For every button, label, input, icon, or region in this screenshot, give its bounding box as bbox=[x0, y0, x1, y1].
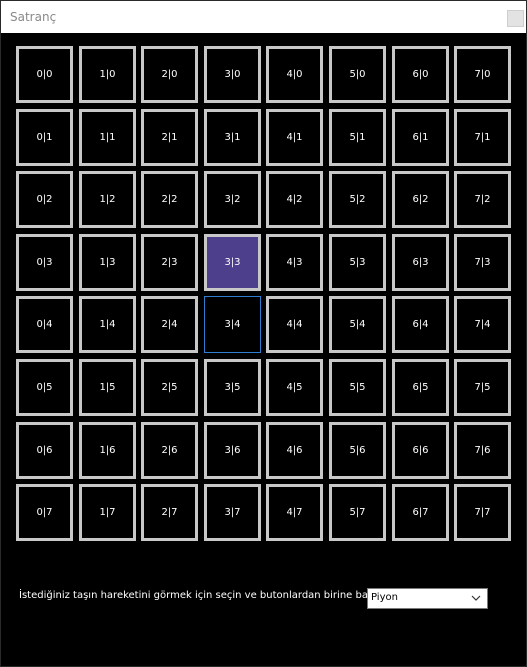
board-cell[interactable]: 7|3 bbox=[454, 234, 511, 291]
board-cell[interactable]: 0|7 bbox=[16, 484, 73, 541]
board-cell[interactable]: 5|7 bbox=[329, 484, 386, 541]
title-bar: Satranç bbox=[1, 1, 526, 33]
board-cell[interactable]: 1|2 bbox=[79, 171, 136, 228]
board-cell[interactable]: 2|1 bbox=[141, 109, 198, 166]
board-cell[interactable]: 5|6 bbox=[329, 422, 386, 479]
board-cell[interactable]: 5|4 bbox=[329, 296, 386, 353]
board-cell[interactable]: 0|3 bbox=[16, 234, 73, 291]
board-cell[interactable]: 6|0 bbox=[392, 46, 449, 103]
board-cell[interactable]: 2|4 bbox=[141, 296, 198, 353]
board-cell[interactable]: 5|2 bbox=[329, 171, 386, 228]
board-cell[interactable]: 5|5 bbox=[329, 359, 386, 416]
board-cell[interactable]: 5|1 bbox=[329, 109, 386, 166]
board-cell[interactable]: 1|6 bbox=[79, 422, 136, 479]
board-cell[interactable]: 4|0 bbox=[266, 46, 323, 103]
chess-board: 0|0 1|0 2|0 3|0 4|0 5|0 6|0 7|0 0|1 1|1 2|1 3|1 4|1 5… bbox=[16, 46, 517, 547]
board-cell[interactable]: 1|5 bbox=[79, 359, 136, 416]
board-cell[interactable]: 5|0 bbox=[329, 46, 386, 103]
board-cell[interactable]: 4|3 bbox=[266, 234, 323, 291]
board-cell[interactable]: 3|4 bbox=[204, 296, 261, 353]
board-cell[interactable]: 1|1 bbox=[79, 109, 136, 166]
board-cell[interactable]: 2|7 bbox=[141, 484, 198, 541]
board-cell[interactable]: 6|7 bbox=[392, 484, 449, 541]
board-cell[interactable]: 3|7 bbox=[204, 484, 261, 541]
board-cell[interactable]: 0|6 bbox=[16, 422, 73, 479]
board-cell[interactable]: 1|0 bbox=[79, 46, 136, 103]
board-cell[interactable]: 4|4 bbox=[266, 296, 323, 353]
board-cell[interactable]: 7|2 bbox=[454, 171, 511, 228]
board-cell[interactable]: 0|1 bbox=[16, 109, 73, 166]
board-cell[interactable]: 7|0 bbox=[454, 46, 511, 103]
board-cell[interactable]: 6|2 bbox=[392, 171, 449, 228]
board-cell[interactable]: 0|2 bbox=[16, 171, 73, 228]
board-cell[interactable]: 4|6 bbox=[266, 422, 323, 479]
board-cell[interactable]: 4|5 bbox=[266, 359, 323, 416]
board-cell[interactable]: 1|7 bbox=[79, 484, 136, 541]
board-cell[interactable]: 7|1 bbox=[454, 109, 511, 166]
board-cell[interactable]: 1|4 bbox=[79, 296, 136, 353]
board-cell[interactable]: 2|3 bbox=[141, 234, 198, 291]
board-cell[interactable]: 7|7 bbox=[454, 484, 511, 541]
piece-select[interactable]: Piyon bbox=[367, 588, 488, 609]
board-cell[interactable]: 5|3 bbox=[329, 234, 386, 291]
board-cell[interactable]: 4|7 bbox=[266, 484, 323, 541]
board-cell[interactable]: 6|4 bbox=[392, 296, 449, 353]
board-cell[interactable]: 0|4 bbox=[16, 296, 73, 353]
board-cell[interactable]: 1|3 bbox=[79, 234, 136, 291]
board-cell[interactable]: 2|6 bbox=[141, 422, 198, 479]
board-cell[interactable]: 3|3 bbox=[204, 234, 261, 291]
board-cell[interactable]: 6|1 bbox=[392, 109, 449, 166]
board-cell[interactable]: 6|3 bbox=[392, 234, 449, 291]
window-title: Satranç bbox=[10, 10, 57, 24]
board-cell[interactable]: 0|5 bbox=[16, 359, 73, 416]
title-bar-button[interactable] bbox=[507, 10, 524, 27]
board-cell[interactable]: 4|1 bbox=[266, 109, 323, 166]
board-cell[interactable]: 2|0 bbox=[141, 46, 198, 103]
board-cell[interactable]: 0|0 bbox=[16, 46, 73, 103]
board-cell[interactable]: 6|6 bbox=[392, 422, 449, 479]
app-window: Satranç 0|0 1|0 2|0 3|0 4|0 5|0 6|0 7|0 0|1 1|1 2|… bbox=[0, 0, 527, 667]
piece-select-value: Piyon bbox=[371, 592, 398, 603]
board-cell[interactable]: 3|6 bbox=[204, 422, 261, 479]
board-cell[interactable]: 7|4 bbox=[454, 296, 511, 353]
board-cell[interactable]: 3|0 bbox=[204, 46, 261, 103]
board-cell[interactable]: 2|2 bbox=[141, 171, 198, 228]
board-cell[interactable]: 7|5 bbox=[454, 359, 511, 416]
board-cell[interactable]: 3|1 bbox=[204, 109, 261, 166]
board-cell[interactable]: 3|5 bbox=[204, 359, 261, 416]
board-cell[interactable]: 7|6 bbox=[454, 422, 511, 479]
board-cell[interactable]: 6|5 bbox=[392, 359, 449, 416]
board-cell[interactable]: 4|2 bbox=[266, 171, 323, 228]
chevron-down-icon bbox=[471, 595, 481, 601]
instruction-label: İstediğiniz taşın hareketini görmek için… bbox=[19, 590, 386, 601]
board-cell[interactable]: 2|5 bbox=[141, 359, 198, 416]
board-cell[interactable]: 3|2 bbox=[204, 171, 261, 228]
